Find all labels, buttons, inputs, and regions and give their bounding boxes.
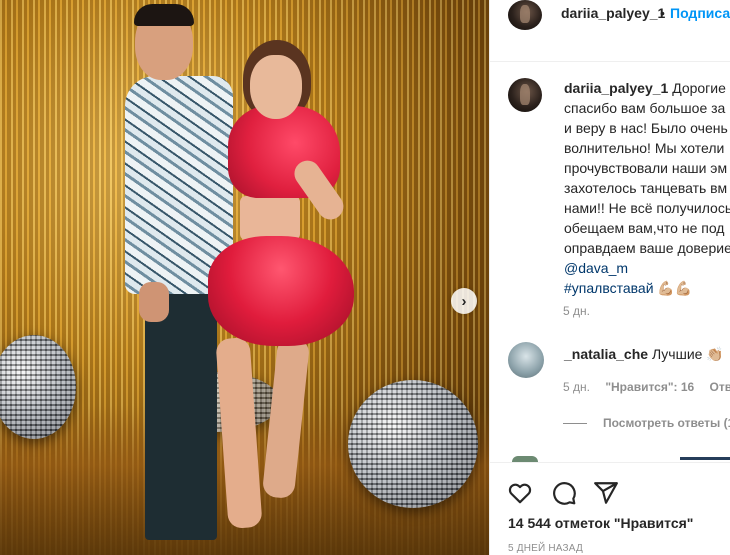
- disco-ball-right: [348, 380, 478, 508]
- post-timestamp[interactable]: 5 ДНЕЙ НАЗАД: [508, 543, 583, 554]
- likes-count[interactable]: 14 544 отметок "Нравится": [508, 515, 693, 531]
- caption-line: обещаем вам,что не под: [564, 220, 725, 236]
- comment-timestamp[interactable]: 5 дн.: [563, 380, 590, 394]
- comment-body: Лучшие: [651, 346, 703, 362]
- replies-divider: [563, 422, 587, 424]
- caption-line: захотелось танцевать вм: [564, 180, 728, 196]
- clap-emoji: 👏🏼: [706, 346, 724, 362]
- caption-username[interactable]: dariia_palyey_1: [564, 80, 668, 96]
- view-replies-label: Посмотреть ответы (1): [603, 416, 730, 430]
- share-button[interactable]: [592, 479, 620, 507]
- like-button[interactable]: [506, 479, 534, 507]
- man-hand: [139, 282, 169, 322]
- chevron-right-icon: ›: [461, 292, 467, 310]
- commenter-avatar[interactable]: [508, 342, 544, 378]
- header-separator: •: [660, 5, 665, 21]
- comment-meta: 5 дн. "Нравится": 16 Ответить: [563, 380, 730, 394]
- woman-red-skirt: [208, 236, 354, 346]
- man-hair: [134, 4, 194, 26]
- caption-line: спасибо вам большое за: [564, 100, 726, 116]
- caption-mention-link[interactable]: @dava_m: [564, 260, 628, 276]
- author-username[interactable]: dariia_palyey_1: [561, 5, 665, 21]
- comment-button[interactable]: [550, 479, 578, 507]
- caption-timestamp[interactable]: 5 дн.: [563, 304, 590, 318]
- paper-plane-icon: [594, 482, 618, 504]
- man-trousers: [145, 290, 217, 540]
- caption-line: волнительно! Мы хотели: [564, 140, 725, 156]
- post-photo[interactable]: ›: [0, 0, 489, 555]
- caption-line: Дорогие: [672, 80, 726, 96]
- caption-hashtag-link[interactable]: #упалвставай: [564, 280, 654, 296]
- commenter-username[interactable]: _natalia_che: [564, 346, 648, 362]
- view-replies-button[interactable]: Посмотреть ответы (1): [563, 416, 730, 430]
- caption-line: прочувствовали наши эм: [564, 160, 728, 176]
- comment-text: _natalia_che Лучшие 👏🏼: [564, 346, 724, 363]
- heart-icon: [508, 483, 532, 504]
- woman-waist: [240, 196, 300, 240]
- caption-line: и веру в нас! Было очень: [564, 120, 728, 136]
- caption-line: оправдаем ваше доверие: [564, 240, 730, 256]
- post-header: dariia_palyey_1 • Подписаться: [490, 0, 730, 62]
- comment-likes[interactable]: "Нравится": 16: [605, 380, 694, 394]
- muscle-emoji: 💪🏼💪🏼: [657, 280, 693, 296]
- caption-line: нами!! Не всё получилось: [564, 200, 730, 216]
- post-actions: 14 544 отметок "Нравится" 5 ДНЕЙ НАЗАД: [490, 462, 730, 555]
- follow-button[interactable]: Подписаться: [670, 5, 730, 21]
- comment-reply-button[interactable]: Ответить: [710, 380, 730, 394]
- post-side-panel: dariia_palyey_1 • Подписаться dariia_pal…: [489, 0, 730, 555]
- comment-icon: [553, 482, 576, 505]
- caption-text: dariia_palyey_1 Дорогие спасибо вам боль…: [564, 78, 730, 298]
- woman-head: [250, 55, 302, 119]
- next-comment-partial: [680, 457, 730, 460]
- author-avatar[interactable]: [508, 0, 542, 30]
- caption-avatar[interactable]: [508, 78, 542, 112]
- carousel-next-button[interactable]: ›: [451, 288, 477, 314]
